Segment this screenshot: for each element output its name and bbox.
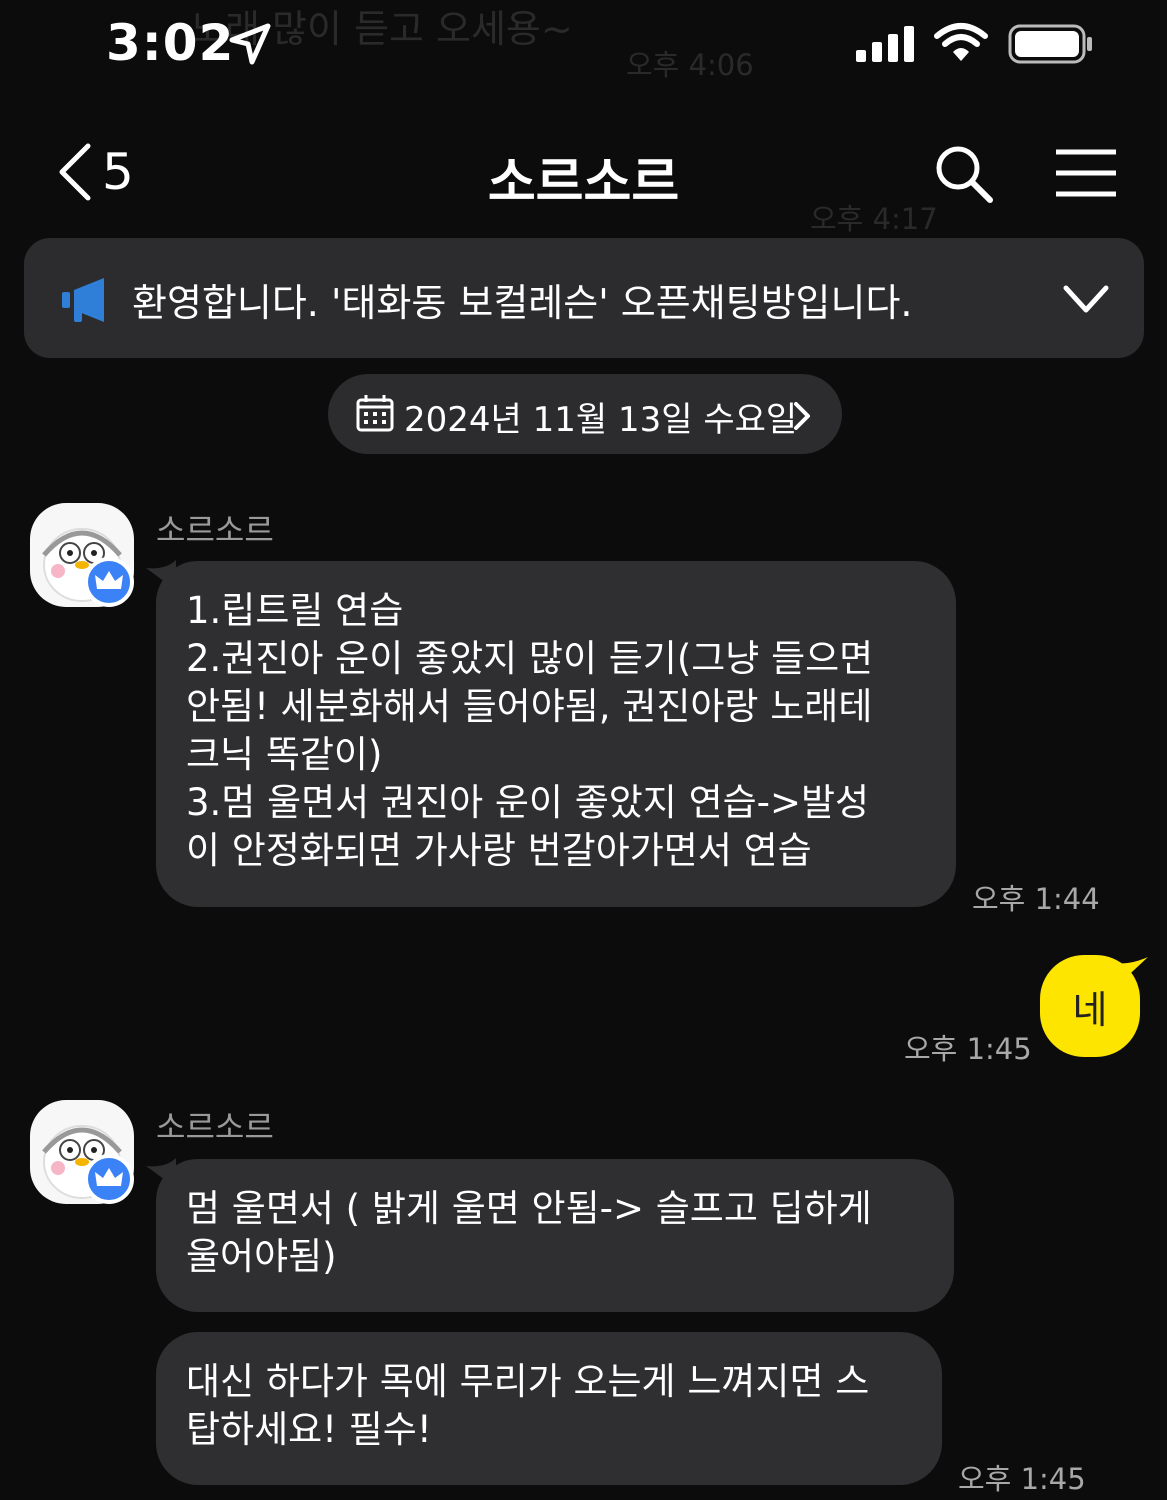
cellular-signal-icon (856, 26, 914, 62)
message-bubble[interactable]: 1.립트릴 연습 2.권진아 운이 좋았지 많이 듣기(그냥 들으면 안됨! 세… (156, 561, 956, 907)
ghost-background-time: 오후 4:06 (626, 48, 754, 82)
status-time: 3:02 (106, 14, 235, 72)
chevron-down-icon[interactable] (1062, 282, 1110, 316)
message-line: 울어야됨) (186, 1235, 337, 1278)
message-line: 안됨! 세분화해서 들어야됨, 권진아랑 노래테 (186, 685, 873, 728)
wifi-icon (934, 23, 988, 61)
message-line: 크닉 똑같이) (186, 733, 383, 776)
message-line: 탑하세요! 필수! (186, 1408, 432, 1451)
crown-badge-icon (84, 1154, 134, 1204)
message-line: 이 안정화되면 가사랑 번갈아가면서 연습 (186, 829, 812, 872)
message-line: 1.립트릴 연습 (186, 589, 404, 632)
message-time: 오후 1:45 (958, 1462, 1086, 1496)
my-message-bubble[interactable]: 네 (1040, 955, 1140, 1057)
message-bubble[interactable]: 대신 하다가 목에 무리가 오는게 느껴지면 스 탑하세요! 필수! (156, 1332, 942, 1485)
message-text: 네 (1072, 987, 1108, 1032)
search-icon[interactable] (934, 144, 994, 204)
calendar-icon (356, 395, 394, 432)
date-text: 2024년 11월 13일 수요일 (404, 400, 798, 440)
chevron-right-icon (794, 402, 810, 430)
message-line: 대신 하다가 목에 무리가 오는게 느껴지면 스 (186, 1360, 870, 1403)
menu-icon[interactable] (1054, 148, 1118, 198)
message-time: 오후 1:45 (904, 1032, 1032, 1066)
message-line: 멈 울면서 ( 밝게 울면 안됨-> 슬프고 딥하게 (186, 1187, 872, 1230)
message-bubble[interactable]: 멈 울면서 ( 밝게 울면 안됨-> 슬프고 딥하게 울어야됨) (156, 1159, 954, 1312)
message-line: 2.권진아 운이 좋았지 많이 듣기(그냥 들으면 (186, 637, 874, 680)
message-time: 오후 1:44 (972, 882, 1100, 916)
sender-name: 소르소르 (156, 511, 274, 549)
location-arrow-icon (229, 23, 271, 65)
battery-icon (1008, 24, 1092, 64)
megaphone-icon (62, 278, 104, 322)
sender-name: 소르소르 (156, 1108, 274, 1146)
notice-text: 환영합니다. '태화동 보컬레슨' 오픈채팅방입니다. (132, 281, 913, 325)
crown-badge-icon (84, 557, 134, 607)
message-line: 3.멈 울면서 권진아 운이 좋았지 연습->발성 (186, 781, 870, 824)
